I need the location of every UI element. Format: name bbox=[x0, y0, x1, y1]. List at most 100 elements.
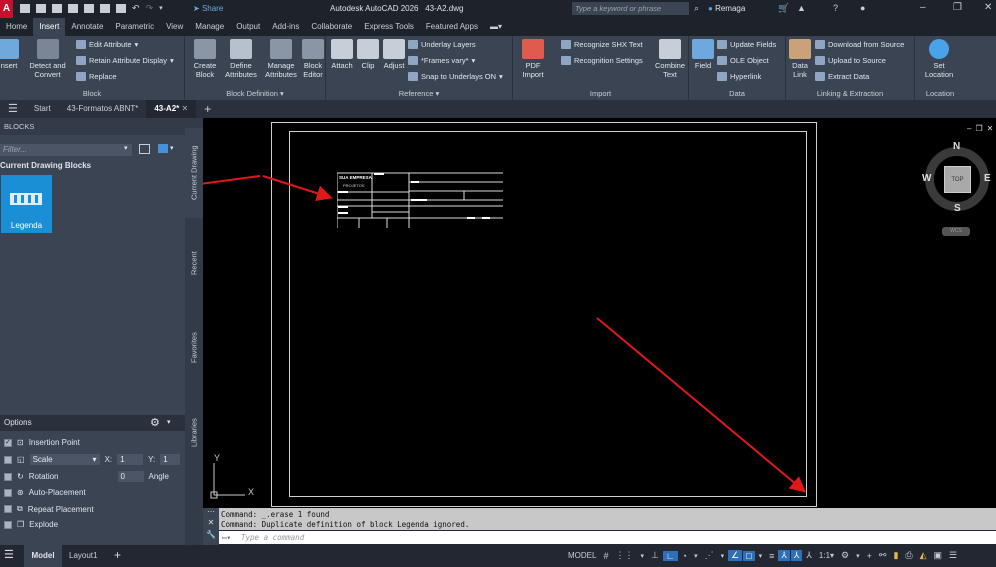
search-input[interactable]: Type a keyword or phrase bbox=[572, 2, 689, 15]
share-button[interactable]: ➤ Share bbox=[193, 4, 223, 13]
compass-south[interactable]: S bbox=[954, 203, 961, 214]
compass-north[interactable]: N bbox=[953, 141, 960, 152]
tab-featured-apps[interactable]: Featured Apps bbox=[420, 18, 484, 36]
polar-dropdown-icon[interactable]: ▾ bbox=[691, 552, 701, 560]
viewport-close-icon[interactable]: ✕ bbox=[987, 124, 994, 133]
tab-express-tools[interactable]: Express Tools bbox=[358, 18, 420, 36]
filter-input[interactable]: Filter... bbox=[0, 144, 132, 156]
annotation-visibility-icon[interactable]: ⅄ bbox=[778, 550, 790, 561]
new-tab-button[interactable]: + bbox=[196, 100, 219, 118]
option-explode[interactable]: ❒ Explode bbox=[4, 520, 58, 529]
scale-y-input[interactable]: 1 bbox=[160, 454, 181, 465]
data-link-button[interactable]: Data Link bbox=[788, 39, 812, 79]
edit-attribute-button[interactable]: Edit Attribute ▾ bbox=[76, 40, 138, 49]
units-icon[interactable]: ⚯ bbox=[876, 550, 890, 561]
frames-dropdown[interactable]: *Frames vary* ▾ bbox=[408, 56, 475, 65]
close-tab-icon[interactable]: ✕ bbox=[182, 104, 189, 113]
rotation-checkbox[interactable] bbox=[4, 472, 12, 481]
recognize-shx-button[interactable]: Recognize SHX Text bbox=[561, 40, 643, 49]
repeat-placement-checkbox[interactable] bbox=[4, 505, 12, 513]
grid-icon[interactable]: # bbox=[600, 551, 611, 561]
drawing-canvas[interactable]: SUA EMPRESA PROJETOS Y X – ❐ ✕ TOP N S E W… bbox=[203, 118, 996, 508]
snap-icon[interactable]: ⋮⋮ bbox=[612, 550, 636, 561]
restore-button[interactable]: ❐ bbox=[953, 2, 962, 13]
redo-icon[interactable]: ↷ bbox=[146, 4, 154, 13]
filter-dropdown-icon[interactable]: ▾ bbox=[124, 144, 128, 152]
auto-scale-icon[interactable]: ⅄ bbox=[790, 550, 803, 561]
viewcube-top-face[interactable]: TOP bbox=[944, 166, 971, 193]
osnap-dropdown-icon[interactable]: ▾ bbox=[756, 552, 766, 560]
cart-icon[interactable]: 🛒 bbox=[778, 3, 789, 14]
infer-constraints-icon[interactable]: ⊥ bbox=[648, 550, 662, 561]
combine-text-button[interactable]: Combine Text bbox=[653, 39, 687, 79]
command-input[interactable]: ▭▾ Type a command bbox=[219, 531, 996, 544]
customization-icon[interactable]: ☰ bbox=[946, 550, 960, 561]
panel-title-block-definition[interactable]: Block Definition ▾ bbox=[185, 89, 325, 98]
update-fields-button[interactable]: Update Fields bbox=[717, 40, 776, 49]
rotation-input[interactable]: 0 bbox=[117, 471, 144, 482]
recent-commands-icon[interactable]: ▭▾ bbox=[222, 531, 231, 544]
options-dropdown-icon[interactable]: ▾ bbox=[167, 418, 171, 426]
pdf-import-button[interactable]: PDF Import bbox=[517, 39, 549, 79]
workspace-gear-icon[interactable]: ⚙ bbox=[838, 550, 852, 561]
detect-convert-button[interactable]: Detect and Convert bbox=[25, 39, 70, 79]
minimize-button[interactable]: – bbox=[920, 2, 926, 13]
extract-data-button[interactable]: Extract Data bbox=[815, 72, 869, 81]
compass-west[interactable]: W bbox=[922, 173, 931, 184]
panel-title-reference[interactable]: Reference ▾ bbox=[326, 89, 512, 98]
set-location-button[interactable]: Set Location bbox=[919, 39, 959, 79]
view-mode-icon[interactable] bbox=[158, 144, 168, 153]
scale-checkbox[interactable] bbox=[4, 455, 12, 464]
view-dropdown-icon[interactable]: ▾ bbox=[170, 144, 174, 152]
field-button[interactable]: Field bbox=[692, 39, 714, 70]
gear-icon[interactable]: ⚙ bbox=[150, 416, 160, 429]
new-icon[interactable] bbox=[20, 4, 30, 13]
model-space-button[interactable]: MODEL bbox=[565, 551, 599, 560]
viewport-minimize-icon[interactable]: – bbox=[967, 124, 971, 133]
object-snap-icon[interactable]: □ bbox=[743, 550, 755, 561]
insertion-point-checkbox[interactable]: ✓ bbox=[4, 438, 12, 447]
snap-dropdown-icon[interactable]: ▾ bbox=[637, 552, 647, 560]
customize-dropdown-icon[interactable]: ▾ bbox=[159, 4, 163, 13]
help-icon[interactable]: ? bbox=[833, 3, 838, 13]
save-icon[interactable] bbox=[52, 4, 62, 13]
scale-x-input[interactable]: 1 bbox=[117, 454, 144, 465]
customize-wrench-icon[interactable]: 🔧 bbox=[203, 530, 219, 539]
replace-button[interactable]: Replace bbox=[76, 72, 117, 81]
file-tab-start[interactable]: Start bbox=[26, 100, 59, 118]
annotation-scale-icon[interactable]: ⅄ bbox=[803, 550, 815, 561]
undo-icon[interactable]: ↶ bbox=[132, 4, 140, 13]
define-attributes-button[interactable]: Define Attributes bbox=[223, 39, 259, 79]
tab-parametric[interactable]: Parametric bbox=[109, 18, 160, 36]
tab-output[interactable]: Output bbox=[230, 18, 266, 36]
browse-icon[interactable] bbox=[139, 144, 150, 154]
block-tile-legenda[interactable]: Legenda bbox=[1, 175, 52, 233]
isodraft-icon[interactable]: ⋰ bbox=[702, 550, 717, 561]
create-block-button[interactable]: Create Block bbox=[191, 39, 219, 79]
layout-menu-icon[interactable]: ☰ bbox=[4, 548, 14, 561]
tab-manage[interactable]: Manage bbox=[189, 18, 230, 36]
annotation-monitor-icon[interactable]: + bbox=[864, 551, 875, 561]
compass-east[interactable]: E bbox=[984, 173, 991, 184]
tab-view[interactable]: View bbox=[160, 18, 189, 36]
retain-attribute-button[interactable]: Retain Attribute Display ▾ bbox=[76, 56, 174, 65]
layout-tab-layout1[interactable]: Layout1 bbox=[69, 551, 97, 560]
adjust-button[interactable]: Adjust bbox=[380, 39, 408, 70]
polar-icon[interactable]: ◔ bbox=[679, 551, 690, 561]
tab-add-ins[interactable]: Add-ins bbox=[266, 18, 305, 36]
file-tab-formatos[interactable]: 43-Formatos ABNT* bbox=[59, 100, 147, 118]
file-tab-a2[interactable]: 43-A2* ✕ bbox=[146, 100, 197, 118]
autocad-logo[interactable]: A bbox=[0, 0, 13, 18]
auto-placement-checkbox[interactable] bbox=[4, 488, 12, 497]
close-button[interactable]: ✕ bbox=[984, 2, 992, 13]
upload-source-button[interactable]: Upload to Source bbox=[815, 56, 886, 65]
snap-underlays-dropdown[interactable]: Snap to Underlays ON ▾ bbox=[408, 72, 503, 81]
user-menu[interactable]: ● Remaga bbox=[708, 4, 745, 13]
application-menu-icon[interactable]: ☰ bbox=[0, 100, 26, 118]
tab-home[interactable]: Home bbox=[0, 18, 33, 36]
explode-checkbox[interactable] bbox=[4, 520, 12, 529]
lock-ui-icon[interactable]: ⎙ bbox=[902, 550, 915, 561]
add-layout-button[interactable]: + bbox=[114, 548, 121, 562]
search-icon[interactable]: ⌕ bbox=[694, 3, 699, 14]
layout-tab-model[interactable]: Model bbox=[24, 545, 62, 567]
